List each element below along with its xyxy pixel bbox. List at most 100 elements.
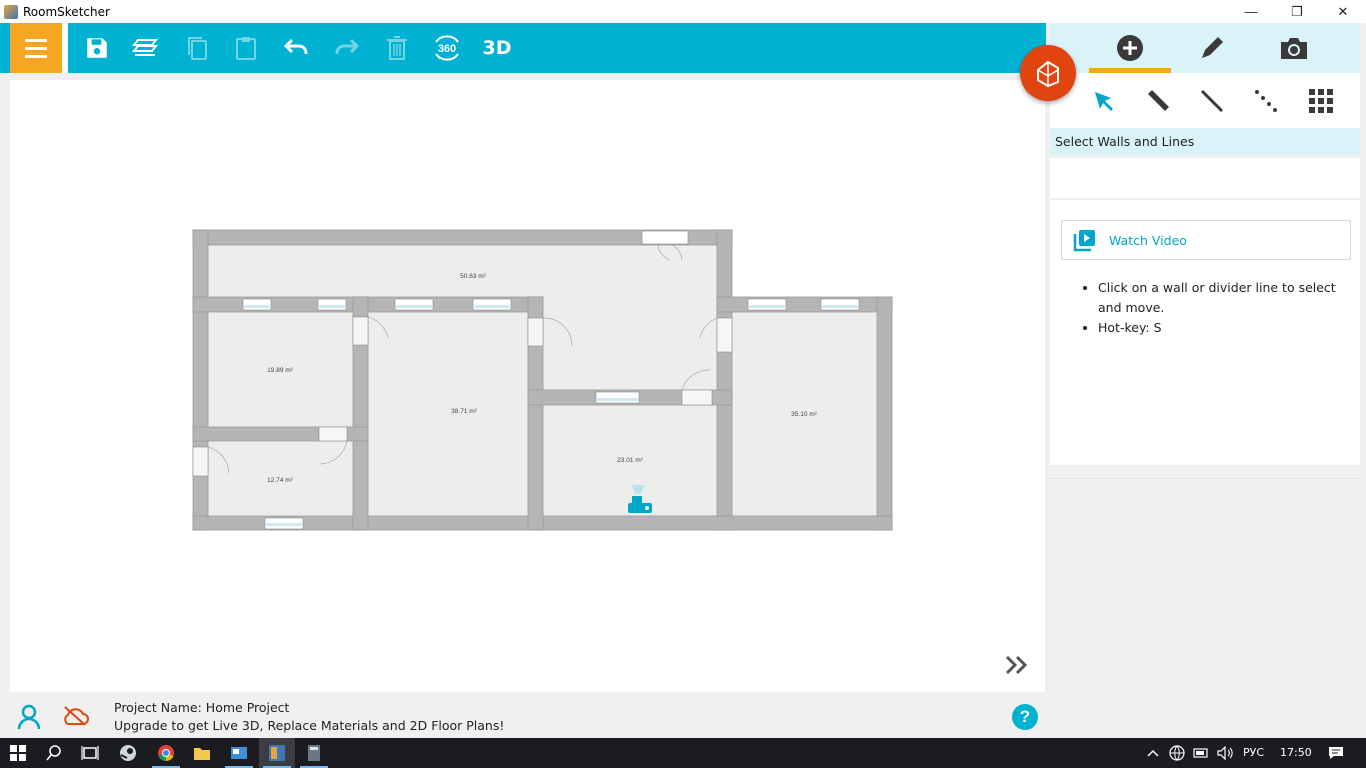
door xyxy=(527,317,544,347)
tips-list: Click on a wall or divider line to selec… xyxy=(1078,278,1348,338)
window-title: RoomSketcher xyxy=(23,4,110,19)
battery-button[interactable] xyxy=(1190,738,1212,768)
room-area-label: 38.71 m² xyxy=(451,408,477,415)
wall-tool[interactable] xyxy=(1142,85,1174,117)
room-area-label: 23.01 m² xyxy=(617,457,643,464)
line-tool[interactable] xyxy=(1196,85,1228,117)
delete-button[interactable] xyxy=(382,33,412,63)
redo-icon xyxy=(335,38,360,54)
close-window-button[interactable]: ✕ xyxy=(1320,0,1366,23)
panel-tabs xyxy=(1050,23,1360,73)
clock[interactable]: 17:50 xyxy=(1280,746,1312,759)
delete-icon xyxy=(387,36,407,60)
save-button[interactable] xyxy=(82,33,112,63)
door xyxy=(318,426,348,442)
view-360-label: 360 xyxy=(438,43,456,55)
grid-tool-icon xyxy=(1309,89,1333,113)
calculator-icon xyxy=(308,745,320,761)
copy-button[interactable] xyxy=(182,33,212,63)
status-footer: Project Name: Home Project Upgrade to ge… xyxy=(0,695,1046,738)
window xyxy=(394,298,434,311)
grid-tool[interactable] xyxy=(1305,85,1337,117)
cloud-offline-icon[interactable] xyxy=(61,705,89,732)
action-center-button[interactable] xyxy=(1318,738,1354,768)
panel-options-area xyxy=(1050,158,1360,198)
camera-icon xyxy=(1281,38,1307,59)
task-view-button[interactable] xyxy=(72,738,108,768)
select-arrow-icon xyxy=(1095,92,1113,111)
taskbar-app[interactable] xyxy=(148,738,184,768)
taskbar-app[interactable] xyxy=(110,738,146,768)
room-area-label: 50.63 m² xyxy=(460,273,486,280)
project-name: Project Name: Home Project xyxy=(114,700,290,715)
window xyxy=(472,298,512,311)
wall xyxy=(192,229,209,531)
line-tool-icon xyxy=(1200,89,1224,113)
save-icon xyxy=(87,38,107,58)
window xyxy=(317,298,347,311)
taskbar-app[interactable] xyxy=(296,738,332,768)
floorplan-view-button[interactable] xyxy=(1020,45,1076,101)
windows-logo-icon xyxy=(10,745,26,761)
search-button[interactable] xyxy=(36,738,72,768)
window xyxy=(641,230,689,245)
speaker-icon xyxy=(1217,746,1233,760)
redo-button[interactable] xyxy=(332,33,362,63)
panel-heading: Select Walls and Lines xyxy=(1050,128,1360,155)
copy-icon xyxy=(188,37,207,60)
expand-panel-chevron-icon[interactable] xyxy=(1004,654,1034,684)
windows-taskbar: РУС 17:50 xyxy=(0,738,1366,768)
tab-edit[interactable] xyxy=(1171,23,1253,73)
tab-add[interactable] xyxy=(1089,23,1171,73)
hamburger-menu-button[interactable] xyxy=(10,23,62,73)
window xyxy=(820,298,860,311)
upgrade-message[interactable]: Upgrade to get Live 3D, Replace Material… xyxy=(114,718,504,733)
wall xyxy=(876,296,893,531)
floorplan-drawing: 50.63 m² 19.89 m² 38.71 m² 35.10 m² 23.0… xyxy=(192,229,893,531)
watch-video-button[interactable]: Watch Video xyxy=(1061,220,1351,260)
window xyxy=(747,298,787,311)
minimize-button[interactable]: — xyxy=(1228,0,1274,23)
volume-button[interactable] xyxy=(1214,738,1236,768)
paste-icon xyxy=(236,37,256,60)
360-view-icon: 360 xyxy=(435,35,459,61)
watch-video-label: Watch Video xyxy=(1109,232,1187,248)
taskbar-app[interactable] xyxy=(221,738,257,768)
restore-button[interactable]: ❐ xyxy=(1274,0,1320,23)
door xyxy=(716,317,733,353)
panel-empty-area xyxy=(1050,478,1360,736)
window xyxy=(595,391,640,404)
hamburger-menu-icon xyxy=(25,38,47,42)
show-hidden-icons-button[interactable] xyxy=(1142,738,1164,768)
wall xyxy=(716,229,733,531)
wall xyxy=(716,296,893,313)
undo-button[interactable] xyxy=(281,33,311,63)
window xyxy=(242,298,272,311)
view-3d-button[interactable]: 3D xyxy=(482,33,512,63)
user-account-icon[interactable] xyxy=(16,704,42,735)
door xyxy=(681,389,713,406)
door xyxy=(352,316,369,346)
door xyxy=(192,446,209,477)
start-button[interactable] xyxy=(0,738,36,768)
view-360-button[interactable]: 360 xyxy=(432,33,462,63)
panel-help: Watch Video Click on a wall or divider l… xyxy=(1050,200,1360,465)
video-play-icon xyxy=(1073,230,1095,252)
network-button[interactable] xyxy=(1166,738,1188,768)
layers-button[interactable] xyxy=(131,33,161,63)
taskbar-app[interactable] xyxy=(184,738,220,768)
globe-network-icon xyxy=(1169,745,1185,761)
tab-camera[interactable] xyxy=(1253,23,1335,73)
select-tool[interactable] xyxy=(1088,85,1120,117)
taskbar-app-roomsketcher[interactable] xyxy=(259,738,295,768)
task-view-icon xyxy=(81,746,99,760)
language-indicator[interactable]: РУС xyxy=(1243,746,1264,759)
layers-icon xyxy=(132,39,159,56)
room-area-label: 12.74 m² xyxy=(267,477,293,484)
floorplan-canvas[interactable]: 50.63 m² 19.89 m² 38.71 m² 35.10 m² 23.0… xyxy=(10,80,1045,692)
app-logo-icon xyxy=(4,4,18,19)
paste-button[interactable] xyxy=(231,33,261,63)
divider-tool[interactable] xyxy=(1250,85,1282,117)
search-icon xyxy=(46,745,61,761)
help-button[interactable]: ? xyxy=(1012,704,1038,730)
